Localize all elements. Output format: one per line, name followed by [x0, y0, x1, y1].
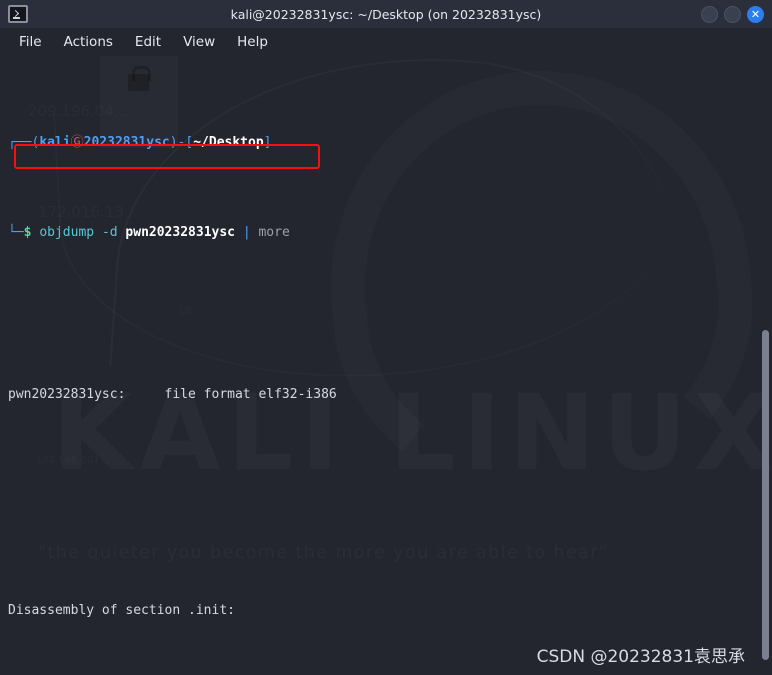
- prompt-close-bracket: ]: [263, 135, 272, 150]
- command-flag: -d: [101, 225, 118, 240]
- command-program[interactable]: objdump: [39, 225, 94, 240]
- terminal-area[interactable]: 209.196.04... 172.016.13... 192.168.001.…: [0, 56, 772, 675]
- minimize-button[interactable]: [701, 5, 718, 23]
- menu-item-edit[interactable]: Edit: [126, 32, 170, 52]
- maximize-button[interactable]: [724, 5, 741, 23]
- menu-item-view[interactable]: View: [174, 32, 224, 52]
- prompt-line-command: └─$ objdump -d pwn20232831ysc | more: [8, 224, 772, 242]
- output-file-format: pwn20232831ysc: file format elf32-i386: [8, 387, 337, 402]
- prompt-user: kali: [39, 135, 71, 150]
- menu-bar: File Actions Edit View Help: [0, 28, 772, 56]
- prompt-corner-top: ┌──: [8, 135, 32, 150]
- terminal-icon: [8, 5, 28, 23]
- window-controls: ✕: [701, 5, 764, 23]
- section-header-init: Disassembly of section .init:: [8, 603, 235, 618]
- prompt-at-icon: Ⓖ: [70, 135, 84, 150]
- window-title: kali@20232831ysc: ~/Desktop (on 20232831…: [230, 6, 542, 22]
- menu-item-file[interactable]: File: [10, 32, 51, 52]
- scrollbar[interactable]: [759, 56, 772, 675]
- prompt-cwd: ~/Desktop: [193, 135, 264, 150]
- command-pager: more: [258, 225, 290, 240]
- scrollbar-thumb[interactable]: [762, 330, 769, 660]
- prompt-corner-bottom: └─: [8, 225, 24, 240]
- prompt-line-top: ┌──(kaliⒼ20232831ysc)-[~/Desktop]: [8, 134, 772, 152]
- menu-item-actions[interactable]: Actions: [55, 32, 122, 52]
- prompt-host: 20232831ysc: [83, 135, 170, 150]
- terminal-window: kali@20232831ysc: ~/Desktop (on 20232831…: [0, 0, 772, 675]
- command-pipe-symbol: |: [242, 225, 251, 240]
- terminal-screen: ┌──(kaliⒼ20232831ysc)-[~/Desktop] └─$ ob…: [0, 56, 772, 675]
- title-bar[interactable]: kali@20232831ysc: ~/Desktop (on 20232831…: [0, 0, 772, 28]
- menu-item-help[interactable]: Help: [228, 32, 277, 52]
- command-target-file: pwn20232831ysc: [125, 225, 235, 240]
- csdn-watermark: CSDN @20232831袁思承: [536, 647, 745, 667]
- close-button[interactable]: ✕: [747, 5, 764, 23]
- prompt-close-paren: )-[: [169, 135, 194, 150]
